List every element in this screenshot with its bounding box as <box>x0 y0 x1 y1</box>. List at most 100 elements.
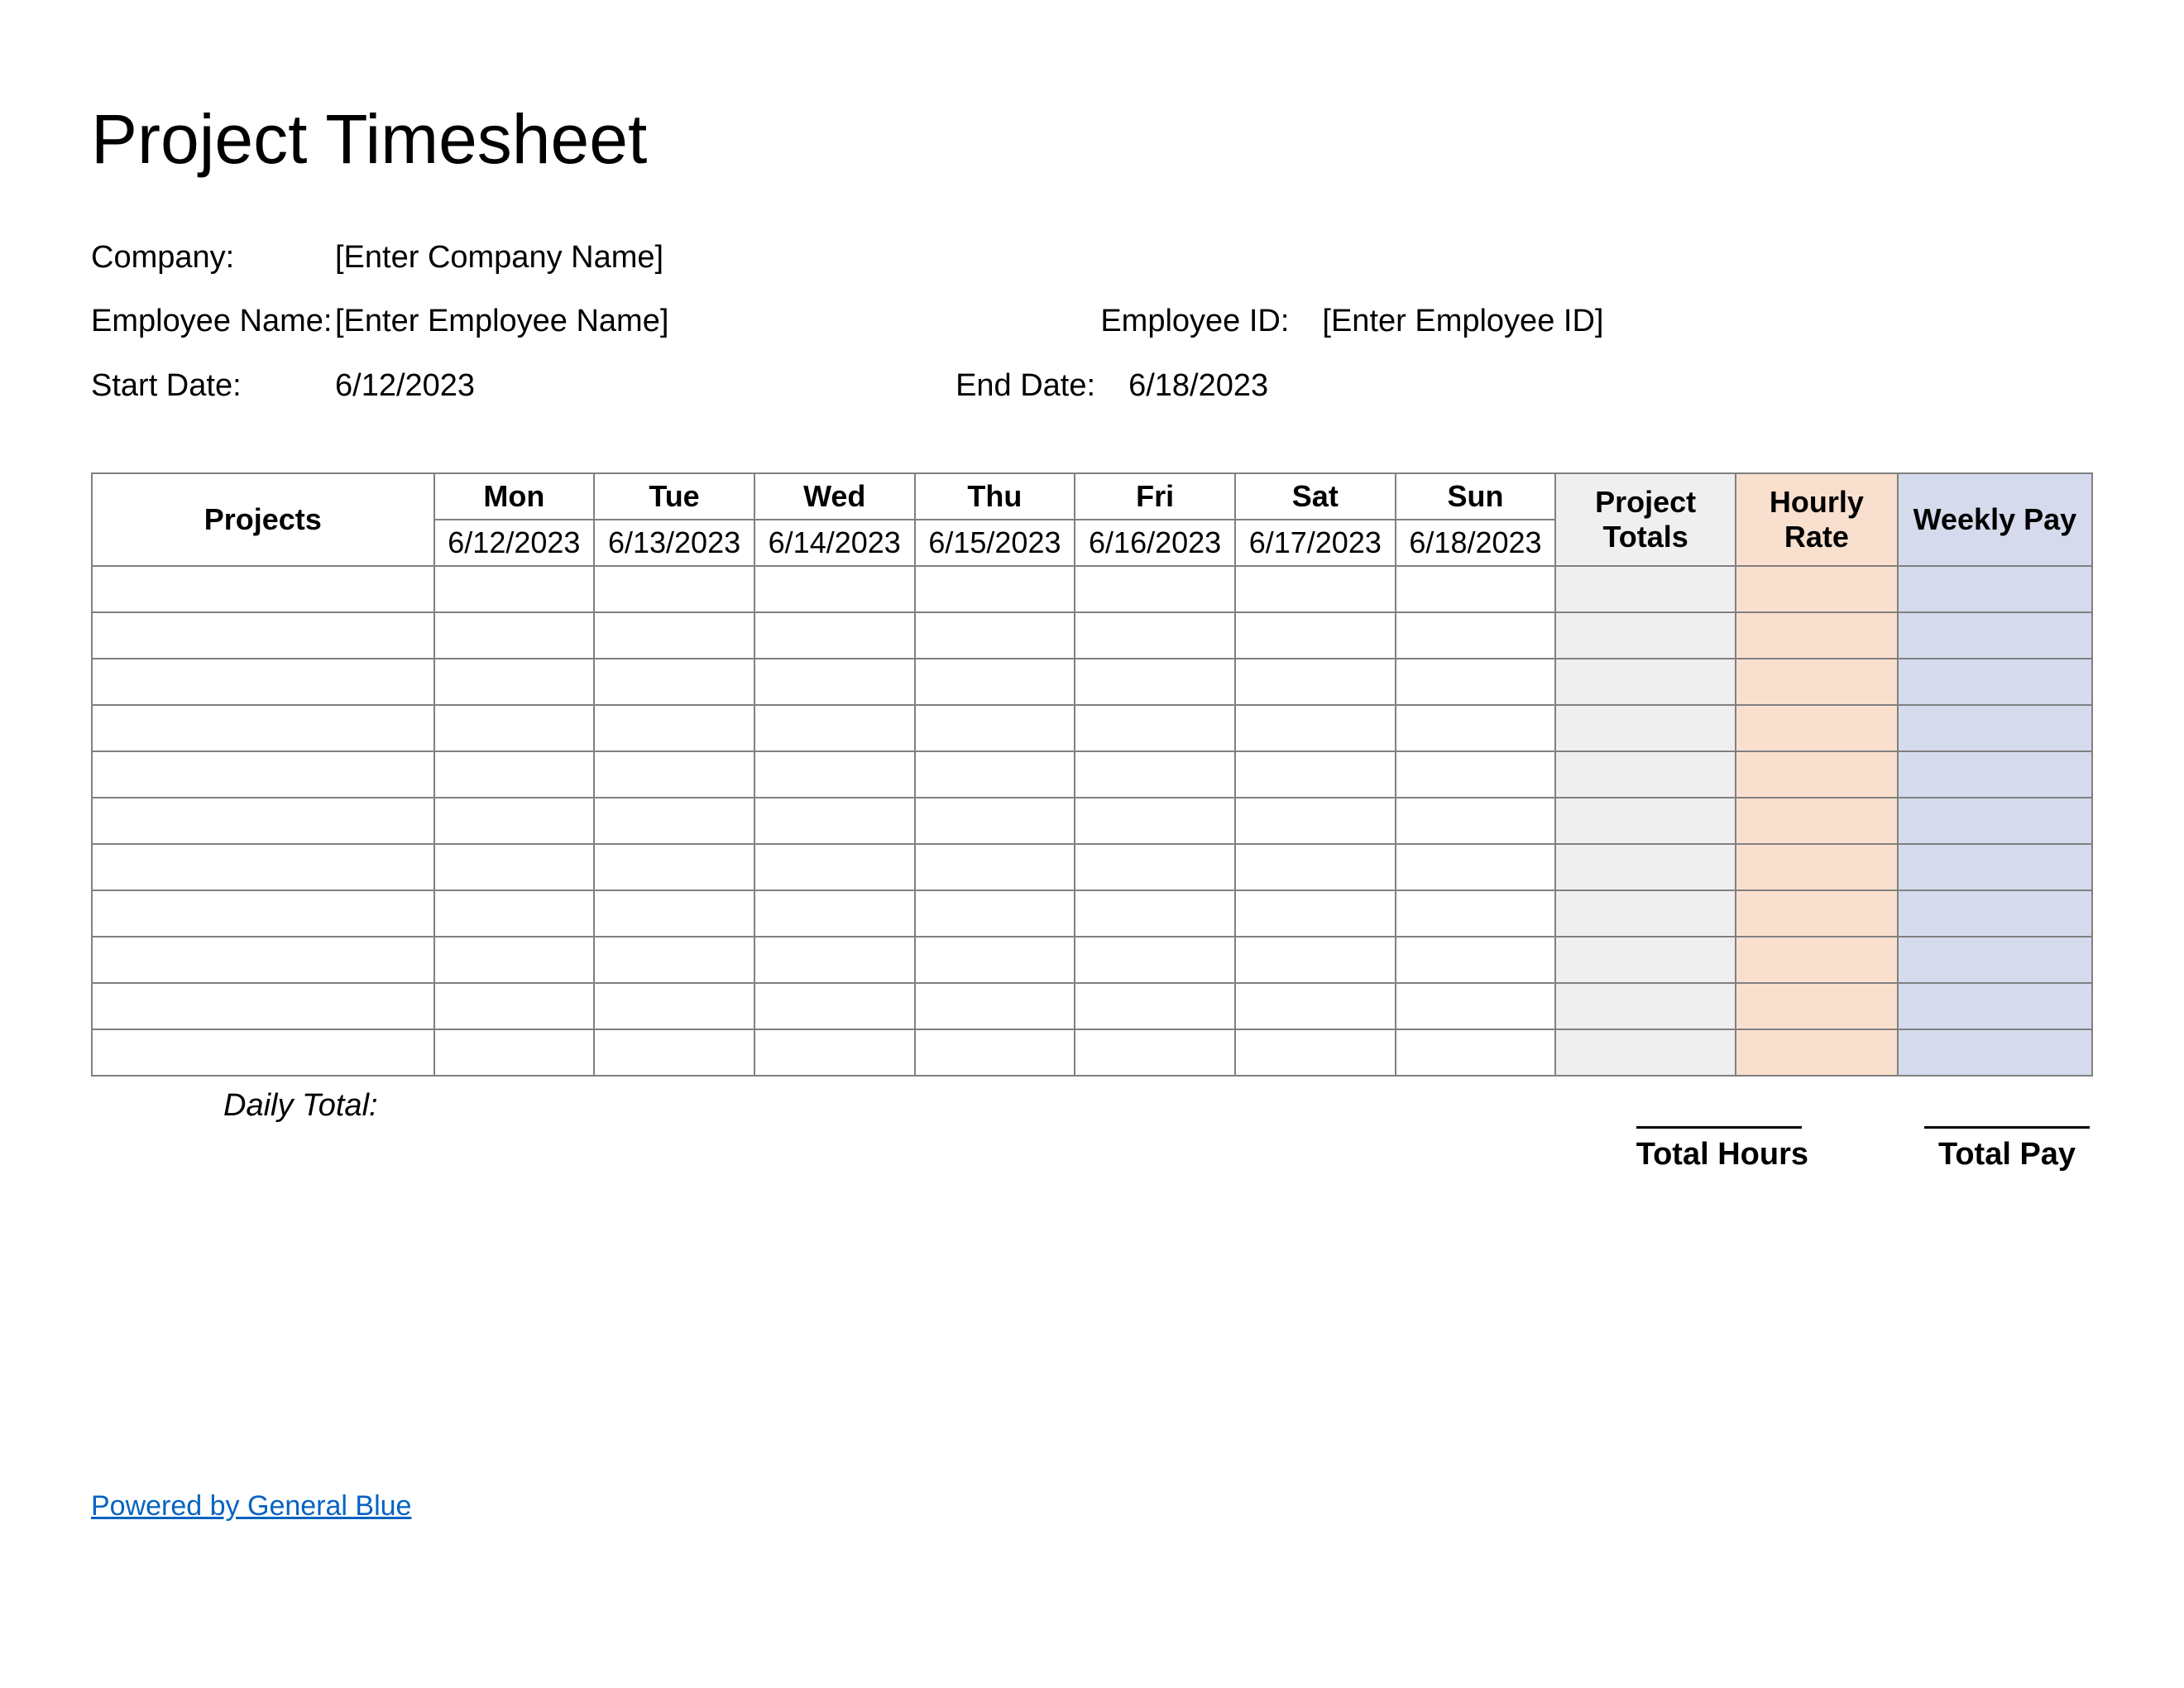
project-name-cell[interactable] <box>92 751 434 798</box>
hours-cell[interactable] <box>915 798 1075 844</box>
hours-cell[interactable] <box>915 566 1075 612</box>
project-name-cell[interactable] <box>92 659 434 705</box>
hours-cell[interactable] <box>1075 890 1235 937</box>
hours-cell[interactable] <box>1075 798 1235 844</box>
hours-cell[interactable] <box>915 1029 1075 1076</box>
hours-cell[interactable] <box>594 566 754 612</box>
hours-cell[interactable] <box>1396 751 1556 798</box>
hours-cell[interactable] <box>434 659 595 705</box>
hours-cell[interactable] <box>594 612 754 659</box>
hours-cell[interactable] <box>1396 705 1556 751</box>
hours-cell[interactable] <box>915 983 1075 1029</box>
hours-cell[interactable] <box>1075 705 1235 751</box>
hours-cell[interactable] <box>1235 1029 1396 1076</box>
hours-cell[interactable] <box>1075 612 1235 659</box>
hourly-rate-cell[interactable] <box>1736 937 1898 983</box>
hours-cell[interactable] <box>754 937 915 983</box>
hours-cell[interactable] <box>1235 659 1396 705</box>
project-name-cell[interactable] <box>92 798 434 844</box>
start-date-value[interactable]: 6/12/2023 <box>335 366 475 406</box>
hourly-rate-cell[interactable] <box>1736 705 1898 751</box>
hours-cell[interactable] <box>754 751 915 798</box>
hours-cell[interactable] <box>434 844 595 890</box>
hours-cell[interactable] <box>1235 798 1396 844</box>
hours-cell[interactable] <box>1235 937 1396 983</box>
project-name-cell[interactable] <box>92 983 434 1029</box>
hours-cell[interactable] <box>915 937 1075 983</box>
hours-cell[interactable] <box>1235 983 1396 1029</box>
hourly-rate-cell[interactable] <box>1736 983 1898 1029</box>
hours-cell[interactable] <box>1235 705 1396 751</box>
hours-cell[interactable] <box>915 844 1075 890</box>
hours-cell[interactable] <box>915 659 1075 705</box>
hours-cell[interactable] <box>1396 937 1556 983</box>
hourly-rate-cell[interactable] <box>1736 751 1898 798</box>
hours-cell[interactable] <box>1235 751 1396 798</box>
hourly-rate-cell[interactable] <box>1736 798 1898 844</box>
hours-cell[interactable] <box>1075 937 1235 983</box>
hours-cell[interactable] <box>434 983 595 1029</box>
hours-cell[interactable] <box>915 612 1075 659</box>
hours-cell[interactable] <box>1396 844 1556 890</box>
hours-cell[interactable] <box>594 937 754 983</box>
hours-cell[interactable] <box>594 751 754 798</box>
project-name-cell[interactable] <box>92 1029 434 1076</box>
hours-cell[interactable] <box>594 798 754 844</box>
hours-cell[interactable] <box>594 890 754 937</box>
hourly-rate-cell[interactable] <box>1736 566 1898 612</box>
hours-cell[interactable] <box>754 566 915 612</box>
hours-cell[interactable] <box>594 705 754 751</box>
powered-by-link[interactable]: Powered by General Blue <box>91 1490 411 1523</box>
hours-cell[interactable] <box>1235 890 1396 937</box>
project-name-cell[interactable] <box>92 844 434 890</box>
hourly-rate-cell[interactable] <box>1736 844 1898 890</box>
hourly-rate-cell[interactable] <box>1736 1029 1898 1076</box>
hours-cell[interactable] <box>1235 566 1396 612</box>
hours-cell[interactable] <box>754 705 915 751</box>
employee-id-value[interactable]: [Enter Employee ID] <box>1322 301 1603 342</box>
hours-cell[interactable] <box>754 1029 915 1076</box>
employee-name-value[interactable]: [Enter Employee Name] <box>335 301 668 342</box>
end-date-value[interactable]: 6/18/2023 <box>1128 366 1268 406</box>
hours-cell[interactable] <box>434 566 595 612</box>
hours-cell[interactable] <box>434 705 595 751</box>
hourly-rate-cell[interactable] <box>1736 612 1898 659</box>
hours-cell[interactable] <box>434 798 595 844</box>
hours-cell[interactable] <box>594 659 754 705</box>
hours-cell[interactable] <box>1396 612 1556 659</box>
hours-cell[interactable] <box>1396 659 1556 705</box>
hours-cell[interactable] <box>754 798 915 844</box>
hours-cell[interactable] <box>754 612 915 659</box>
hours-cell[interactable] <box>434 751 595 798</box>
hours-cell[interactable] <box>1396 566 1556 612</box>
hours-cell[interactable] <box>754 983 915 1029</box>
project-name-cell[interactable] <box>92 890 434 937</box>
hours-cell[interactable] <box>594 1029 754 1076</box>
project-name-cell[interactable] <box>92 937 434 983</box>
hours-cell[interactable] <box>1075 751 1235 798</box>
hours-cell[interactable] <box>915 890 1075 937</box>
hours-cell[interactable] <box>754 844 915 890</box>
hourly-rate-cell[interactable] <box>1736 659 1898 705</box>
hours-cell[interactable] <box>1075 983 1235 1029</box>
hours-cell[interactable] <box>594 844 754 890</box>
hours-cell[interactable] <box>434 937 595 983</box>
hours-cell[interactable] <box>1396 798 1556 844</box>
hours-cell[interactable] <box>1235 612 1396 659</box>
hours-cell[interactable] <box>1075 844 1235 890</box>
hours-cell[interactable] <box>754 890 915 937</box>
hours-cell[interactable] <box>594 983 754 1029</box>
hours-cell[interactable] <box>915 751 1075 798</box>
hours-cell[interactable] <box>915 705 1075 751</box>
hours-cell[interactable] <box>1075 566 1235 612</box>
hours-cell[interactable] <box>434 612 595 659</box>
hourly-rate-cell[interactable] <box>1736 890 1898 937</box>
company-value[interactable]: [Enter Company Name] <box>335 237 663 278</box>
hours-cell[interactable] <box>754 659 915 705</box>
hours-cell[interactable] <box>434 1029 595 1076</box>
hours-cell[interactable] <box>1396 1029 1556 1076</box>
project-name-cell[interactable] <box>92 612 434 659</box>
hours-cell[interactable] <box>1075 659 1235 705</box>
hours-cell[interactable] <box>434 890 595 937</box>
hours-cell[interactable] <box>1396 983 1556 1029</box>
